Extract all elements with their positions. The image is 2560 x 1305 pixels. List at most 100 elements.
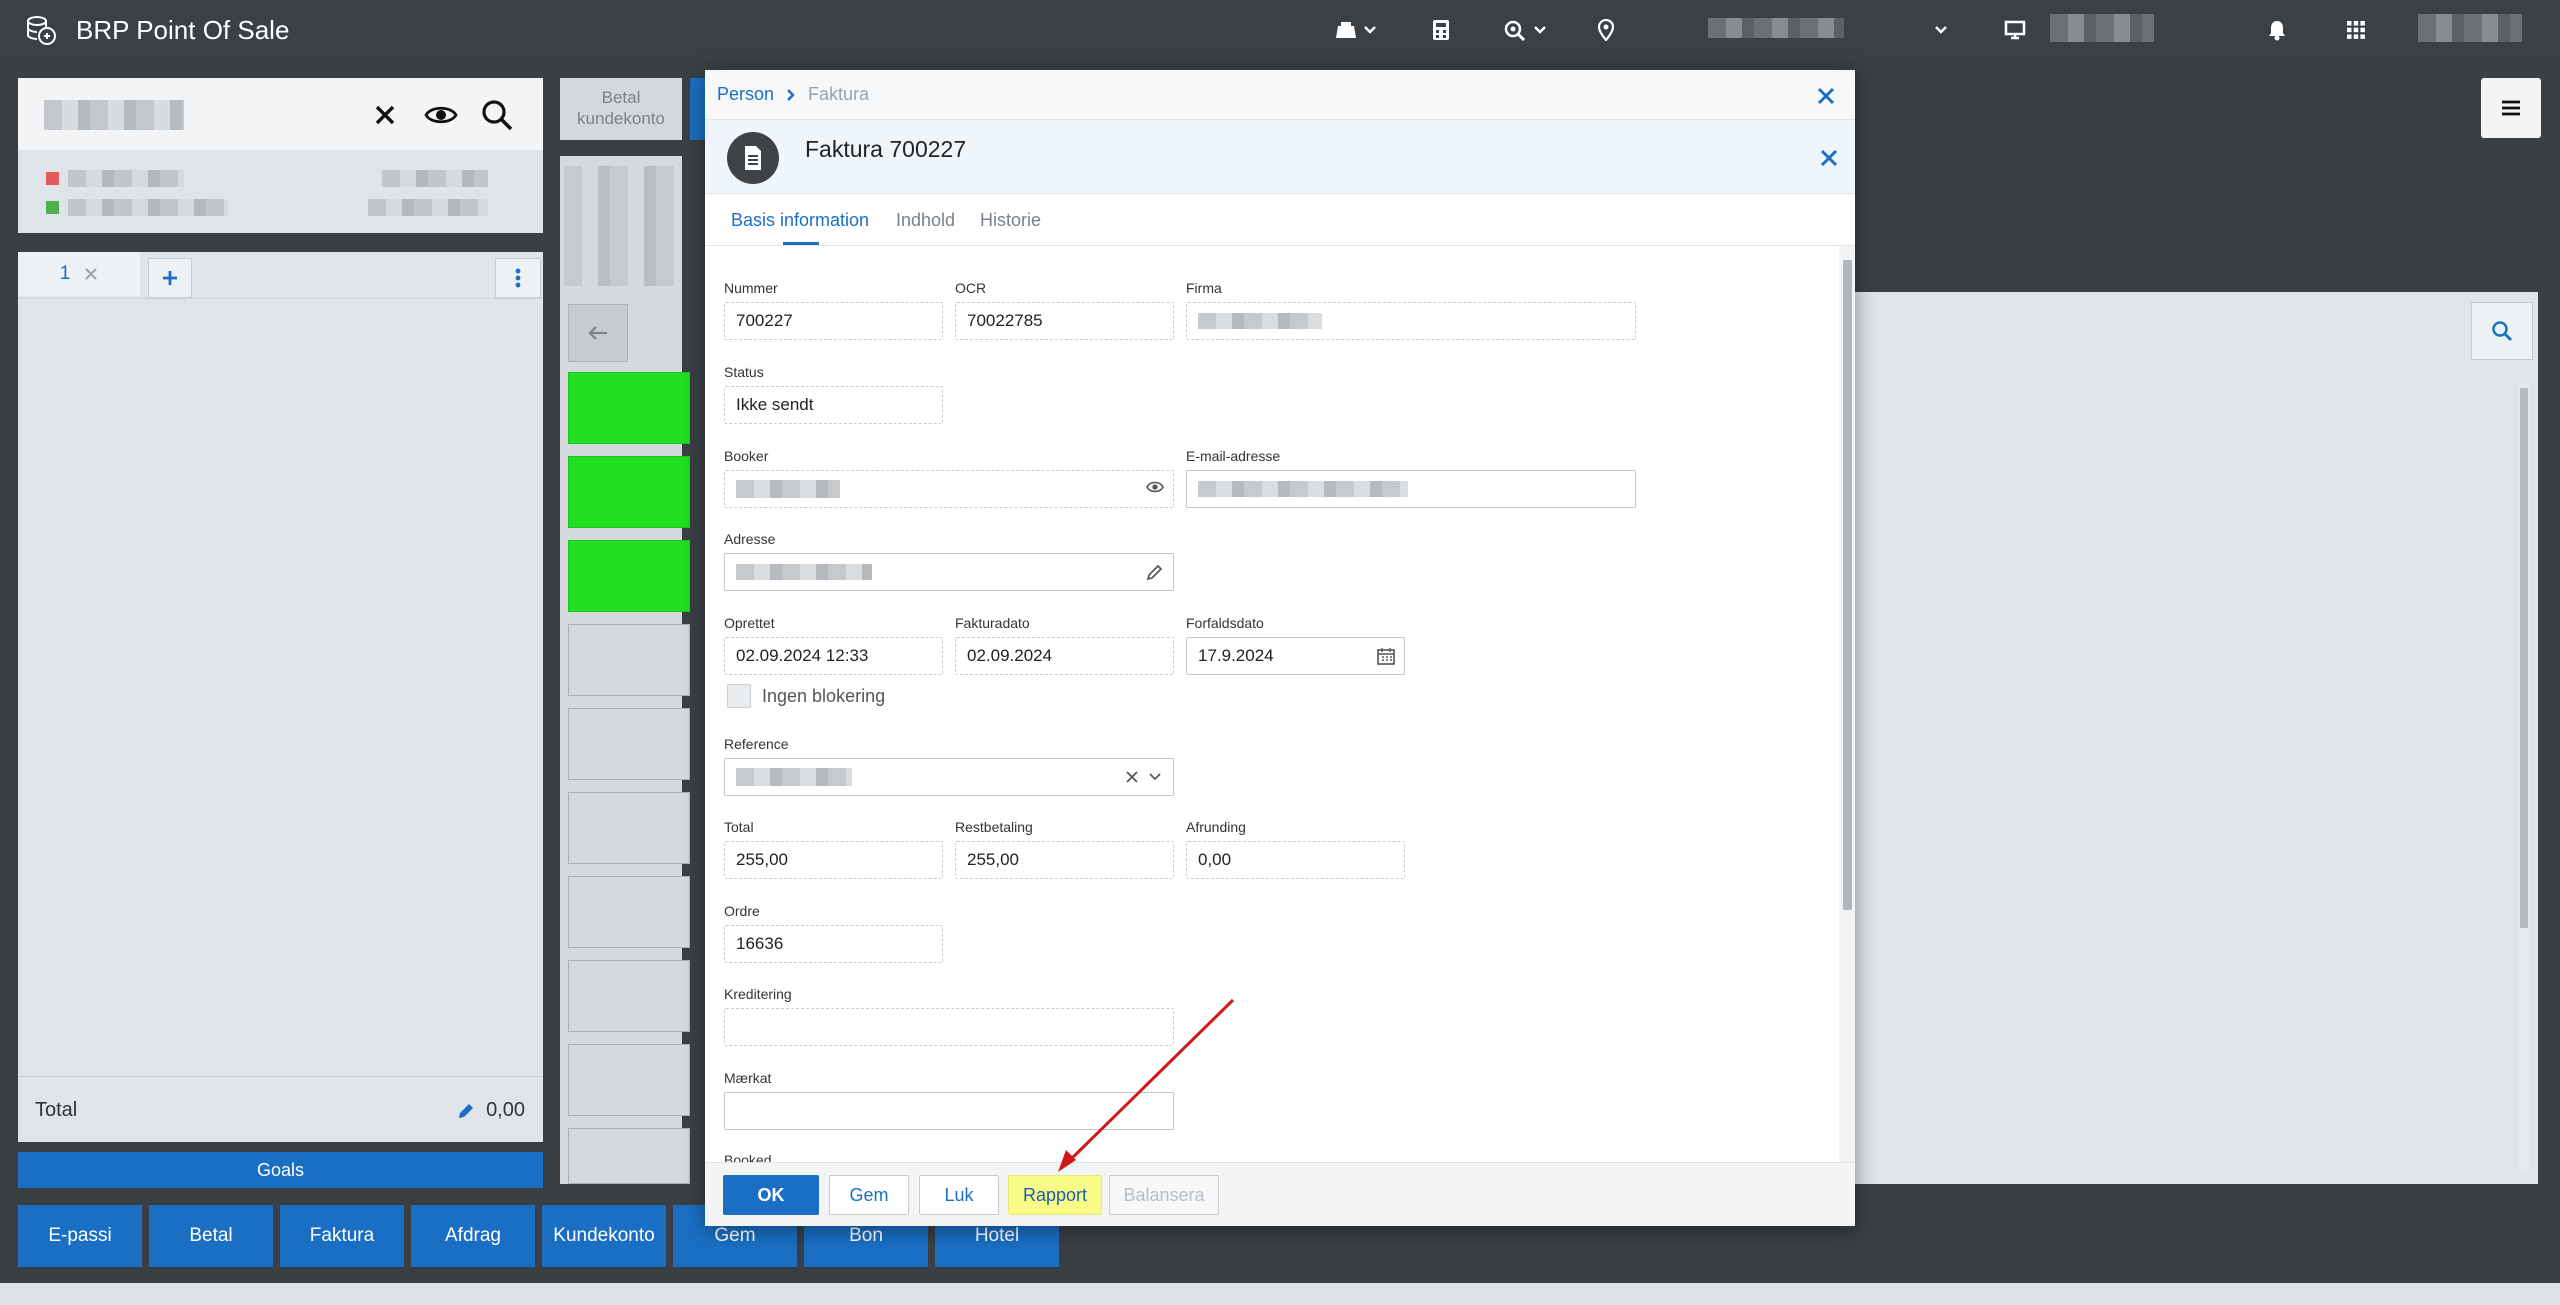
location-button[interactable] <box>1598 16 1614 44</box>
cart-tab-1[interactable]: 1 <box>18 252 140 296</box>
dialog-scrollbar[interactable] <box>1839 246 1855 1162</box>
maerkat-label: Mærkat <box>724 1070 772 1086</box>
product-tile[interactable] <box>568 456 690 528</box>
total-field[interactable]: 255,00 <box>724 841 943 879</box>
account-redacted <box>2418 14 2522 42</box>
reference-label: Reference <box>724 736 789 752</box>
calculator-button[interactable] <box>1432 16 1450 44</box>
dialog-tabs: Basis information Indhold Historie <box>705 194 1855 246</box>
afrunding-field[interactable]: 0,00 <box>1186 841 1405 879</box>
product-tile[interactable] <box>568 708 690 780</box>
adresse-label: Adresse <box>724 531 776 547</box>
status-footer <box>0 1283 2560 1305</box>
breadcrumb-person[interactable]: Person <box>717 84 774 105</box>
chevron-down-icon <box>1363 25 1377 35</box>
fakturadato-label: Fakturadato <box>955 615 1030 631</box>
email-field[interactable] <box>1186 470 1636 508</box>
apps-grid-icon <box>2346 20 2366 40</box>
ingen-blokering-checkbox[interactable] <box>727 684 751 708</box>
calendar-icon[interactable] <box>1377 647 1395 665</box>
app-title: BRP Point Of Sale <box>76 15 290 45</box>
faktura-button[interactable]: Faktura <box>280 1205 404 1267</box>
chevron-right-icon <box>786 88 796 102</box>
product-tile[interactable] <box>568 960 690 1032</box>
product-image-redacted <box>564 166 674 286</box>
product-tile[interactable] <box>568 792 690 864</box>
goals-button[interactable]: Goals <box>18 1152 543 1188</box>
adresse-field[interactable] <box>724 553 1174 591</box>
display-button[interactable] <box>2004 16 2026 44</box>
forfaldsdato-field[interactable]: 17.9.2024 <box>1186 637 1405 675</box>
betal-button[interactable]: Betal <box>149 1205 273 1267</box>
register-dropdown[interactable] <box>1335 16 1377 44</box>
right-scrollbar[interactable] <box>2518 384 2530 1172</box>
settings-dropdown[interactable] <box>1503 16 1547 44</box>
product-tile[interactable] <box>568 540 690 612</box>
firma-label: Firma <box>1186 280 1222 296</box>
product-tile[interactable] <box>568 624 690 696</box>
rapport-button[interactable]: Rapport <box>1008 1175 1102 1215</box>
close-icon[interactable] <box>1817 146 1841 170</box>
tab-basis-information[interactable]: Basis information <box>731 210 869 231</box>
customer-info-redacted <box>68 199 228 216</box>
pencil-icon[interactable] <box>456 1101 476 1121</box>
clear-icon[interactable] <box>1125 770 1139 784</box>
e-passi-button[interactable]: E-passi <box>18 1205 142 1267</box>
booker-field[interactable] <box>724 470 1174 508</box>
chevron-down-icon[interactable] <box>1148 772 1162 782</box>
tab-historie[interactable]: Historie <box>980 210 1041 231</box>
status-field[interactable]: Ikke sendt <box>724 386 943 424</box>
product-tile[interactable] <box>568 372 690 444</box>
fakturadato-field[interactable]: 02.09.2024 <box>955 637 1174 675</box>
tab-indhold[interactable]: Indhold <box>896 210 955 231</box>
oprettet-field[interactable]: 02.09.2024 12:33 <box>724 637 943 675</box>
close-icon[interactable] <box>84 267 98 281</box>
luk-button[interactable]: Luk <box>919 1175 999 1215</box>
gear-search-icon <box>1503 19 1527 41</box>
customer-info-redacted <box>368 199 488 216</box>
ok-button[interactable]: OK <box>723 1175 819 1215</box>
product-tile[interactable] <box>568 1044 690 1116</box>
total-value: 0,00 <box>456 1099 525 1122</box>
breadcrumb: Person Faktura <box>705 70 1855 120</box>
product-tile[interactable] <box>568 1128 690 1184</box>
right-search-button[interactable] <box>2471 302 2533 360</box>
restbetaling-field[interactable]: 255,00 <box>955 841 1174 879</box>
search-icon[interactable] <box>480 98 514 132</box>
top-bar: BRP Point Of Sale <box>0 0 2560 60</box>
user-dropdown[interactable] <box>1934 16 1948 44</box>
cart-items-area <box>18 298 543 1076</box>
hamburger-icon <box>2501 100 2521 116</box>
cart-menu-button[interactable] <box>495 258 541 298</box>
dialog-footer: OK Gem Luk Rapport Balansera <box>705 1162 1855 1226</box>
device-name-redacted <box>2050 14 2154 42</box>
maerkat-field[interactable] <box>724 1092 1174 1130</box>
gem-button[interactable]: Gem <box>829 1175 909 1215</box>
eye-icon[interactable] <box>424 100 458 130</box>
ocr-field[interactable]: 70022785 <box>955 302 1174 340</box>
betal-kundekonto-tab[interactable]: Betal kundekonto <box>560 78 682 140</box>
eye-icon[interactable] <box>1146 480 1164 494</box>
close-all-icon[interactable] <box>1814 84 1838 108</box>
add-cart-button[interactable] <box>148 258 192 298</box>
ordre-label: Ordre <box>724 903 760 919</box>
apps-button[interactable] <box>2346 16 2366 44</box>
back-button[interactable] <box>568 304 628 362</box>
kundekonto-button[interactable]: Kundekonto <box>542 1205 666 1267</box>
product-tile[interactable] <box>568 876 690 948</box>
nummer-field[interactable]: 700227 <box>724 302 943 340</box>
pencil-icon[interactable] <box>1146 563 1164 581</box>
product-panel <box>560 156 690 1184</box>
notifications-button[interactable] <box>2268 16 2286 44</box>
clear-icon[interactable] <box>370 100 400 130</box>
customer-search-input[interactable] <box>44 100 184 130</box>
reference-select[interactable] <box>724 758 1174 796</box>
afdrag-button[interactable]: Afdrag <box>411 1205 535 1267</box>
email-label: E-mail-adresse <box>1186 448 1281 464</box>
kreditering-field[interactable] <box>724 1008 1174 1046</box>
total-label: Total <box>35 1099 78 1121</box>
ordre-field[interactable]: 16636 <box>724 925 943 963</box>
main-menu-button[interactable] <box>2481 78 2541 138</box>
firma-field[interactable] <box>1186 302 1636 340</box>
monitor-icon <box>2004 20 2026 40</box>
